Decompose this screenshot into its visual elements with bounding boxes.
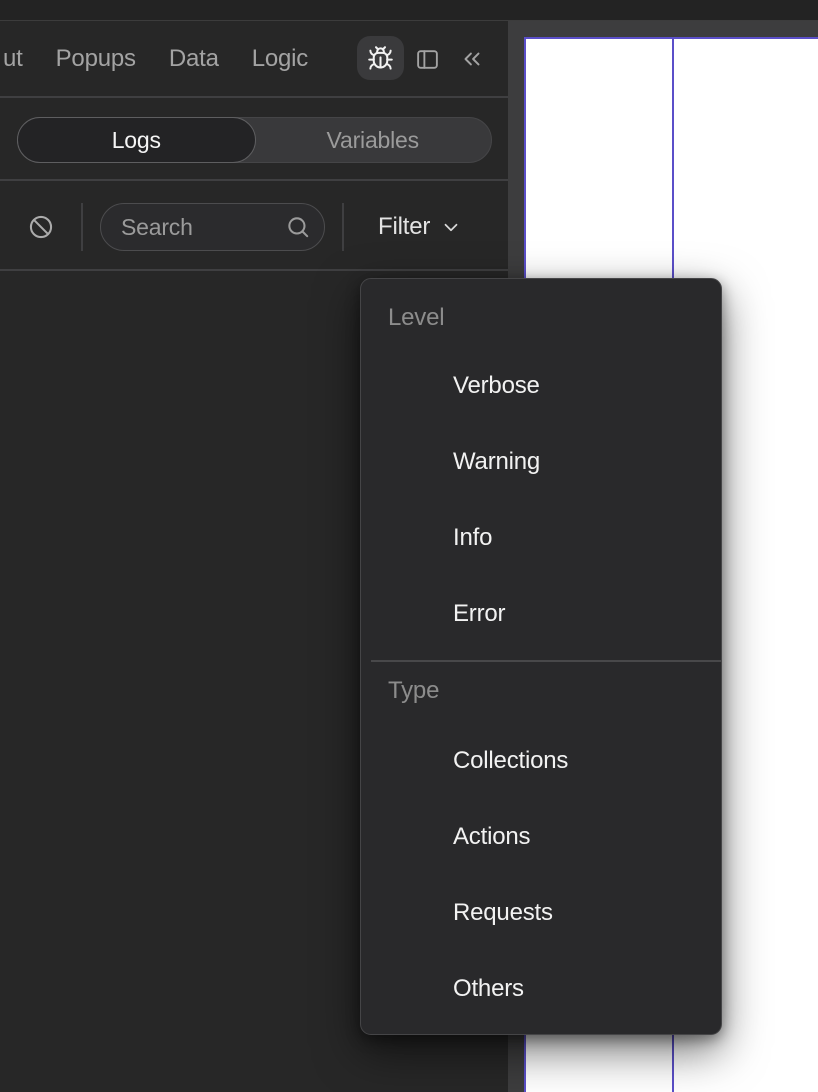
filter-section-header-type: Type: [388, 677, 440, 704]
filter-option-error[interactable]: Error: [361, 576, 721, 652]
chevron-down-icon: [440, 216, 462, 238]
panel-navbar: ut Popups Data Logic: [0, 21, 508, 98]
filter-menu: Level Verbose Warning Info Error Type Co…: [360, 278, 722, 1035]
split-panel-icon: [415, 47, 440, 72]
filter-option-requests[interactable]: Requests: [361, 875, 721, 951]
filter-option-info[interactable]: Info: [361, 500, 721, 576]
logs-toolbar: Filter: [0, 183, 508, 271]
nav-item-logic[interactable]: Logic: [252, 45, 309, 73]
tab-logs[interactable]: Logs: [17, 117, 256, 163]
chevrons-left-icon: [459, 46, 485, 72]
filter-section-header-level: Level: [388, 304, 445, 331]
filter-option-verbose[interactable]: Verbose: [361, 348, 721, 424]
panel-tabs-row: Logs Variables: [0, 98, 508, 181]
filter-option-others[interactable]: Others: [361, 951, 721, 1027]
filter-option-warning[interactable]: Warning: [361, 424, 721, 500]
filter-dropdown-button[interactable]: Filter: [378, 183, 462, 271]
search-icon: [285, 214, 311, 240]
toolbar-divider: [81, 203, 83, 251]
filter-menu-divider: [371, 660, 721, 662]
nav-item-layout-truncated[interactable]: ut: [3, 45, 23, 73]
toggle-panel-button[interactable]: [411, 45, 443, 73]
bug-icon: [367, 45, 394, 72]
debug-toggle-button[interactable]: [357, 36, 404, 80]
log-search: [100, 203, 325, 251]
ban-icon: [28, 214, 54, 240]
nav-item-popups[interactable]: Popups: [56, 45, 136, 73]
filter-label: Filter: [378, 213, 431, 240]
window-top-strip: [0, 0, 818, 21]
toolbar-divider: [342, 203, 344, 251]
clear-logs-button[interactable]: [27, 213, 55, 241]
tab-variables[interactable]: Variables: [255, 118, 492, 162]
panel-nav-items: ut Popups Data Logic: [3, 21, 308, 96]
filter-option-collections[interactable]: Collections: [361, 723, 721, 799]
weweb-editor: ut Popups Data Logic Logs Variables Sear…: [0, 0, 818, 1092]
logs-variables-switch: Logs Variables: [17, 117, 492, 163]
nav-item-data[interactable]: Data: [169, 45, 219, 73]
filter-option-actions[interactable]: Actions: [361, 799, 721, 875]
collapse-sidebar-button[interactable]: [456, 45, 488, 73]
